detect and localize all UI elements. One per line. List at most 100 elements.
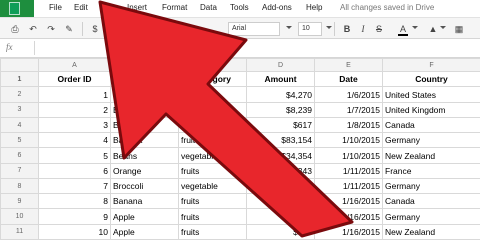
cell-amount[interactable]: $16,387 [246, 193, 315, 210]
row-number[interactable]: 9 [0, 193, 39, 210]
menu-tools[interactable]: Tools [230, 3, 249, 12]
print-icon[interactable]: ⎙ [8, 22, 22, 36]
italic-button[interactable]: I [356, 22, 370, 36]
cell-amount[interactable]: $343 [246, 162, 315, 179]
cell-order-id[interactable]: 1 [38, 86, 111, 103]
cell-date[interactable]: 1/16/2015 [314, 208, 383, 225]
row-number[interactable]: 5 [0, 132, 39, 149]
percent-icon[interactable]: % [104, 22, 118, 36]
font-family-select[interactable]: Arial [228, 22, 280, 36]
chevron-down-icon[interactable] [326, 26, 332, 29]
header-amount[interactable]: Amount [246, 71, 315, 88]
strikethrough-button[interactable]: S [372, 22, 386, 36]
cell-product[interactable]: Banana [110, 116, 179, 134]
cell-category[interactable]: fruits [178, 193, 247, 210]
cell-date[interactable]: 1/10/2015 [314, 132, 383, 149]
row-number[interactable]: 3 [0, 101, 39, 118]
cell-product[interactable]: Apple [110, 208, 179, 225]
cell-amount[interactable]: $34,354 [246, 147, 315, 164]
cell-date[interactable]: 1/6/2015 [314, 86, 383, 103]
column-header-e[interactable]: E [314, 57, 383, 73]
row-number[interactable]: 8 [0, 177, 39, 195]
cell-order-id[interactable]: 8 [38, 193, 111, 210]
header-order-id[interactable]: Order ID [38, 71, 111, 88]
cell-product[interactable]: Banana [110, 132, 179, 149]
redo-icon[interactable]: ↷ [44, 22, 58, 36]
chevron-down-icon[interactable] [440, 26, 446, 29]
cell-product[interactable]: Broccoli [110, 101, 179, 118]
header-product[interactable]: Product [110, 71, 179, 88]
cell-country[interactable]: Canada [382, 193, 480, 210]
cell-category[interactable]: fruits [178, 162, 247, 179]
cell-country[interactable]: Canada [382, 116, 480, 134]
cell-product[interactable]: Beans [110, 147, 179, 164]
menu-view[interactable]: View [101, 3, 118, 12]
cell-category[interactable]: vegetable [178, 86, 247, 103]
cell-country[interactable]: United States [382, 86, 480, 103]
menu-help[interactable]: Help [306, 3, 322, 12]
cell-product[interactable]: Broccoli [110, 177, 179, 195]
borders-icon[interactable]: ▦ [452, 22, 466, 36]
column-header-d[interactable]: D [246, 57, 315, 73]
cell-order-id[interactable]: 5 [38, 147, 111, 164]
cell-date[interactable]: 1/10/2015 [314, 147, 383, 164]
cell-country[interactable]: United Kingdom [382, 101, 480, 118]
header-country[interactable]: Country [382, 71, 480, 88]
cell-date[interactable]: 1/11/2015 [314, 177, 383, 195]
cell-product[interactable]: Orange [110, 162, 179, 179]
cell-order-id[interactable]: 2 [38, 101, 111, 118]
cell-category[interactable]: vegetable [178, 101, 247, 118]
cell-date[interactable]: 1/8/2015 [314, 116, 383, 134]
cell-category[interactable]: vegetable [178, 147, 247, 164]
row-number[interactable]: 2 [0, 86, 39, 103]
cell-product[interactable]: Apple [110, 223, 179, 240]
cell-country[interactable]: New Zealand [382, 223, 480, 240]
row-number[interactable]: 6 [0, 147, 39, 164]
cell-order-id[interactable]: 7 [38, 177, 111, 195]
cell-amount[interactable]: $135 [246, 177, 315, 195]
cell-amount[interactable]: $12,342 [246, 208, 315, 225]
cell-order-id[interactable]: 6 [38, 162, 111, 179]
header-date[interactable]: Date [314, 71, 383, 88]
cell-country[interactable]: Germany [382, 132, 480, 149]
row-number[interactable]: 1 [0, 71, 39, 88]
menu-insert[interactable]: Insert [127, 3, 147, 12]
cell-category[interactable]: fruits [178, 116, 247, 134]
chevron-down-icon[interactable] [286, 26, 292, 29]
currency-icon[interactable]: $ [88, 22, 102, 36]
cell-amount[interactable]: $135 [246, 223, 315, 240]
sheets-logo[interactable] [0, 0, 34, 17]
cell-product[interactable]: Carrots [110, 86, 179, 103]
cell-date[interactable]: 1/16/2015 [314, 223, 383, 240]
menu-format[interactable]: Format [162, 3, 187, 12]
paint-format-icon[interactable]: ✎ [62, 22, 76, 36]
cell-order-id[interactable]: 9 [38, 208, 111, 225]
column-header-b[interactable]: B [110, 57, 179, 73]
bold-button[interactable]: B [340, 22, 354, 36]
row-number[interactable]: 10 [0, 208, 39, 225]
cell-category[interactable]: fruits [178, 132, 247, 149]
chevron-down-icon[interactable] [412, 26, 418, 29]
select-all-corner[interactable] [0, 57, 39, 73]
cell-country[interactable]: France [382, 162, 480, 179]
cell-amount[interactable]: $617 [246, 116, 315, 134]
column-header-a[interactable]: A [38, 57, 111, 73]
cell-country[interactable]: Germany [382, 208, 480, 225]
cell-order-id[interactable]: 10 [38, 223, 111, 240]
row-number[interactable]: 7 [0, 162, 39, 179]
menu-edit[interactable]: Edit [74, 3, 88, 12]
header-category[interactable]: Category [178, 71, 247, 88]
text-color-button[interactable]: A [396, 22, 410, 36]
cell-date[interactable]: 1/16/2015 [314, 193, 383, 210]
cell-category[interactable]: fruits [178, 208, 247, 225]
menu-data[interactable]: Data [200, 3, 217, 12]
menu-add-ons[interactable]: Add-ons [262, 3, 292, 12]
font-size-select[interactable]: 10 [298, 22, 322, 36]
undo-icon[interactable]: ↶ [26, 22, 40, 36]
cell-amount[interactable]: $83,154 [246, 132, 315, 149]
cell-country[interactable]: New Zealand [382, 147, 480, 164]
cell-order-id[interactable]: 4 [38, 132, 111, 149]
cell-amount[interactable]: $4,270 [246, 86, 315, 103]
cell-country[interactable]: Germany [382, 177, 480, 195]
cell-order-id[interactable]: 3 [38, 116, 111, 134]
